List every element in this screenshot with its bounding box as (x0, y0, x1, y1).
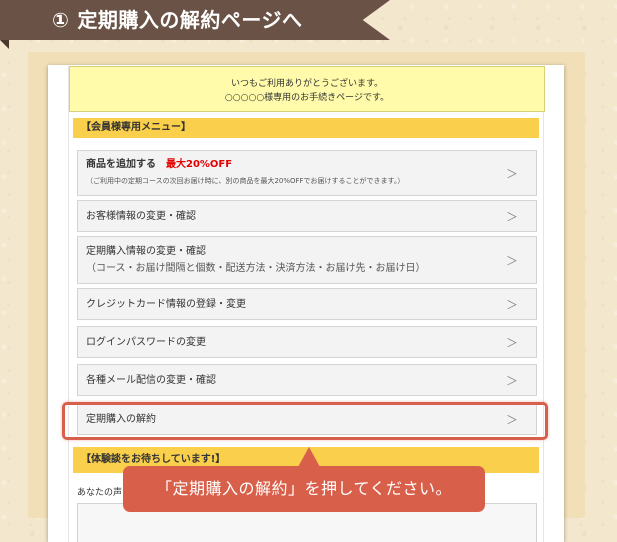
menu-item-label: 商品を追加する (86, 159, 156, 170)
instruction-callout: 「定期購入の解約」を押してください。 (123, 466, 485, 512)
testimonial-text: あなたの声 (77, 488, 123, 498)
welcome-line-2: ○○○○○様専用のお手続きページです。 (224, 93, 390, 103)
menu-item-credit-card[interactable]: クレジットカード情報の登録・変更 ＞ (77, 288, 537, 320)
menu-item-label: お客様情報の変更・確認 (86, 210, 196, 222)
menu-item-label: 定期購入情報の変更・確認 (86, 246, 206, 257)
step-banner: ① 定期購入の解約ページへ (0, 0, 390, 40)
highlight-box (62, 402, 548, 440)
chevron-right-icon: ＞ (505, 373, 518, 388)
step-number: ① (52, 8, 70, 32)
menu-item-sub: （コース・お届け間隔と個数・配送方法・決済方法・お届け先・お届け日） (86, 263, 426, 274)
banner-fold (0, 40, 9, 49)
menu-item-sub: （ご利用中の定期コースの次回お届け時に、別の商品を最大20%OFFでお届けするこ… (86, 177, 405, 185)
chevron-right-icon: ＞ (505, 253, 518, 268)
chevron-right-icon: ＞ (505, 335, 518, 350)
chevron-right-icon: ＞ (505, 209, 518, 224)
menu-item-label: ログインパスワードの変更 (86, 336, 206, 348)
menu-item-label: 各種メール配信の変更・確認 (86, 374, 216, 386)
menu-item-subscription-info[interactable]: 定期購入情報の変更・確認 （コース・お届け間隔と個数・配送方法・決済方法・お届け… (77, 236, 537, 284)
member-menu-heading: 【会員様専用メニュー】 (73, 118, 539, 138)
callout-tail (298, 447, 320, 467)
promo-badge: 最大20%OFF (166, 159, 233, 170)
menu-item-label: クレジットカード情報の登録・変更 (86, 298, 246, 310)
menu-item-add-product[interactable]: 商品を追加する 最大20%OFF （ご利用中の定期コースの次回お届け時に、別の商品… (77, 150, 537, 196)
step-title: 定期購入の解約ページへ (77, 8, 303, 32)
chevron-right-icon: ＞ (505, 166, 518, 181)
menu-item-password[interactable]: ログインパスワードの変更 ＞ (77, 326, 537, 358)
menu-item-customer-info[interactable]: お客様情報の変更・確認 ＞ (77, 200, 537, 232)
menu-item-mail-settings[interactable]: 各種メール配信の変更・確認 ＞ (77, 364, 537, 396)
welcome-line-1: いつもご利用ありがとうございます。 (230, 79, 384, 89)
chevron-right-icon: ＞ (505, 297, 518, 312)
welcome-box: いつもご利用ありがとうございます。 ○○○○○様専用のお手続きページです。 (69, 66, 545, 112)
